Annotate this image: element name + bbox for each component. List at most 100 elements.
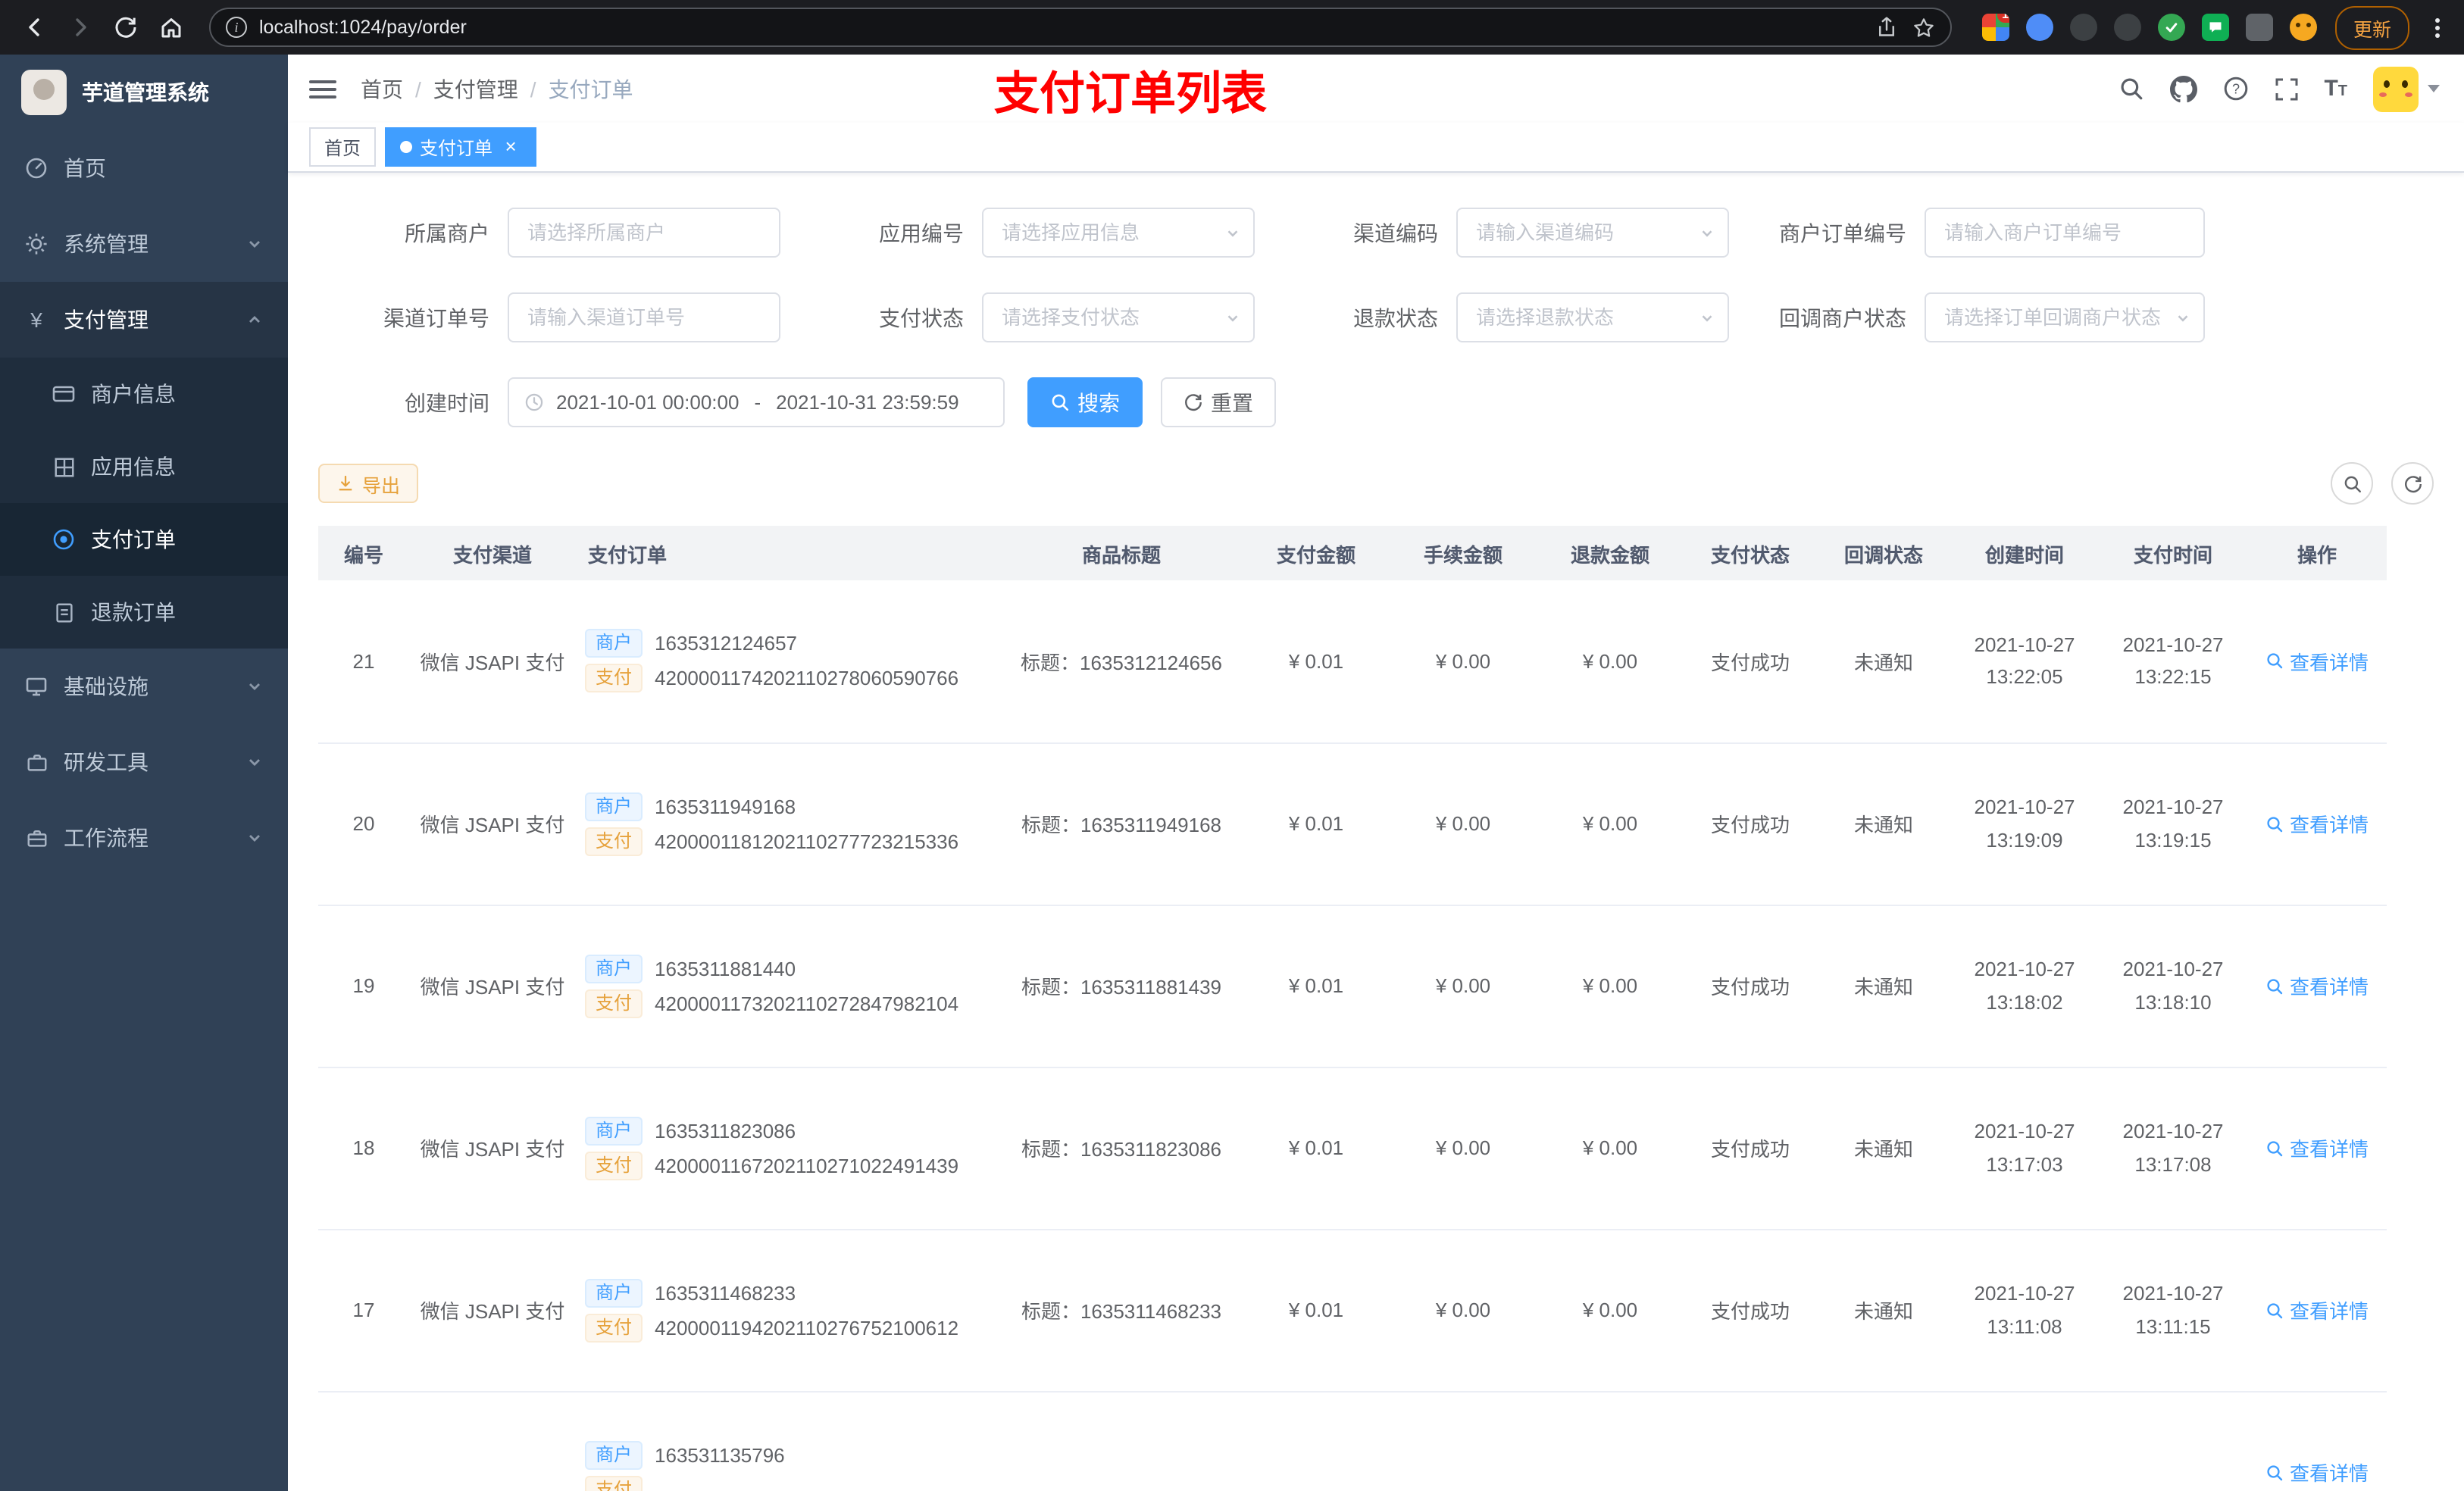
pay-order-no: 4200001181202110277723215336: [655, 830, 959, 852]
yen-icon: ¥: [30, 308, 42, 332]
sidebar-item-refund-order[interactable]: 退款订单: [0, 576, 288, 649]
refresh-table-button[interactable]: [2391, 462, 2434, 505]
view-detail-link[interactable]: 查看详情: [2265, 647, 2369, 676]
fullscreen-icon[interactable]: [2274, 77, 2298, 101]
extension-chat-icon[interactable]: [2201, 14, 2229, 41]
reset-button[interactable]: 重置: [1161, 377, 1276, 427]
sidebar-item-label: 基础设施: [64, 674, 149, 699]
browser-menu-icon[interactable]: [2425, 17, 2449, 37]
cell-id: 18: [318, 1067, 409, 1230]
sidebar-item-app-info[interactable]: 应用信息: [0, 430, 288, 503]
view-detail-link[interactable]: 查看详情: [2265, 1296, 2369, 1324]
hamburger-icon[interactable]: [309, 80, 336, 98]
pay-submenu: 商户信息 应用信息 支付订单 退款订单: [0, 358, 288, 649]
svg-text:?: ?: [2231, 81, 2239, 96]
toggle-search-button[interactable]: [2331, 462, 2373, 505]
extension-colorful-icon[interactable]: 10: [1981, 14, 2009, 41]
tag-home[interactable]: 首页: [309, 127, 377, 167]
cell-id: 19: [318, 905, 409, 1067]
font-size-icon[interactable]: TT: [2324, 76, 2347, 102]
extension-dark2-icon[interactable]: [2113, 14, 2141, 41]
browser-home-button[interactable]: [152, 8, 191, 47]
cell-fee-amount: ¥ 0.00: [1390, 1229, 1537, 1392]
merchant-order-no: 163531135796: [655, 1443, 785, 1466]
extension-puzzle-icon[interactable]: [2245, 14, 2273, 41]
tags-view: 首页 支付订单 ×: [288, 123, 2464, 173]
pay-badge: 支付: [585, 1475, 643, 1491]
view-detail-link[interactable]: 查看详情: [2265, 1133, 2369, 1162]
channel-code-select[interactable]: [1456, 208, 1729, 258]
sidebar-item-system[interactable]: 系统管理: [0, 206, 288, 282]
breadcrumb: 首页 / 支付管理 / 支付订单: [361, 73, 633, 104]
pay-status-select[interactable]: [982, 292, 1255, 342]
notify-status-select[interactable]: [1925, 292, 2205, 342]
cell-fee-amount: ¥ 0.00: [1390, 742, 1537, 905]
browser-reload-button[interactable]: [106, 8, 145, 47]
cell-pay-status: 支付成功: [1684, 1067, 1817, 1230]
site-info-icon[interactable]: i: [226, 17, 247, 38]
pay-order-no: 4200001167202110271022491439: [655, 1154, 959, 1177]
merchant-order-no-input[interactable]: [1925, 208, 2205, 258]
merchant-badge: 商户: [585, 792, 643, 821]
table-row: 商户 163531135796 支付 查看详情: [318, 1391, 2387, 1491]
cell-title: 标题：1635311823086: [1000, 1067, 1243, 1230]
chevron-down-icon: [245, 677, 264, 695]
pay-badge: 支付: [585, 827, 643, 855]
search-icon[interactable]: [2118, 76, 2143, 102]
sidebar-item-infra[interactable]: 基础设施: [0, 649, 288, 724]
create-time-range-input[interactable]: 2021-10-01 00:00:00 - 2021-10-31 23:59:5…: [508, 377, 1005, 427]
view-detail-link[interactable]: 查看详情: [2265, 809, 2369, 838]
cell-pay-time: 2021-10-27 13:22:15: [2099, 580, 2247, 743]
briefcase-icon: [24, 826, 48, 850]
github-icon[interactable]: [2169, 75, 2197, 102]
sidebar-item-pay[interactable]: ¥ 支付管理: [0, 282, 288, 358]
merchant-badge: 商户: [585, 1440, 643, 1469]
refund-status-select[interactable]: [1456, 292, 1729, 342]
share-icon[interactable]: [1876, 17, 1897, 38]
cell-id: 20: [318, 742, 409, 905]
view-detail-link[interactable]: 查看详情: [2265, 1458, 2369, 1486]
view-detail-link[interactable]: 查看详情: [2265, 971, 2369, 1000]
bookmark-star-icon[interactable]: [1912, 16, 1935, 39]
cell-fee-amount: ¥ 0.00: [1390, 1067, 1537, 1230]
browser-forward-button[interactable]: [61, 8, 100, 47]
address-bar[interactable]: i localhost:1024/pay/order: [209, 8, 1952, 47]
sidebar-item-devtools[interactable]: 研发工具: [0, 724, 288, 800]
tag-close-icon[interactable]: ×: [500, 136, 521, 158]
gear-icon: [24, 232, 48, 256]
app-no-select[interactable]: [982, 208, 1255, 258]
browser-update-button[interactable]: 更新: [2334, 5, 2409, 49]
col-refund-amount: 退款金额: [1537, 526, 1684, 580]
col-pay-time: 支付时间: [2099, 526, 2247, 580]
filter-label-app-no: 应用编号: [879, 220, 964, 245]
cell-channel: [409, 1391, 576, 1491]
export-button[interactable]: 导出: [318, 464, 419, 503]
cell-refund-amount: ¥ 0.00: [1537, 742, 1684, 905]
sidebar-item-merchant-info[interactable]: 商户信息: [0, 358, 288, 430]
search-button[interactable]: 搜索: [1027, 377, 1143, 427]
table-row: 20 微信 JSAPI 支付 商户 1635311949168 支付 42000…: [318, 742, 2387, 905]
sidebar-item-workflow[interactable]: 工作流程: [0, 800, 288, 876]
extension-dark-icon[interactable]: [2069, 14, 2097, 41]
tag-pay-order[interactable]: 支付订单 ×: [385, 127, 537, 167]
cell-title: 标题：1635311881439: [1000, 905, 1243, 1067]
browser-back-button[interactable]: [15, 8, 55, 47]
filter-label-refund-status: 退款状态: [1353, 305, 1438, 330]
channel-order-no-input[interactable]: [508, 292, 780, 342]
merchant-order-no: 1635311949168: [655, 795, 796, 817]
sidebar-item-home[interactable]: 首页: [0, 130, 288, 206]
breadcrumb-home[interactable]: 首页: [361, 73, 403, 104]
merchant-input[interactable]: [508, 208, 780, 258]
help-icon[interactable]: ?: [2222, 76, 2248, 102]
extension-blue-icon[interactable]: [2025, 14, 2053, 41]
browser-chrome: i localhost:1024/pay/order 10: [0, 0, 2464, 55]
breadcrumb-section[interactable]: 支付管理: [433, 73, 518, 104]
sidebar-item-pay-order[interactable]: 支付订单: [0, 503, 288, 576]
app-logo[interactable]: 芋道管理系统: [0, 55, 288, 130]
cell-pay-status: 支付成功: [1684, 905, 1817, 1067]
cell-create-time: 2021-10-27 13:19:09: [1950, 742, 2099, 905]
sidebar-item-label: 工作流程: [64, 826, 149, 850]
extension-check-icon[interactable]: [2157, 14, 2185, 41]
user-menu[interactable]: [2373, 66, 2440, 111]
browser-profile-avatar[interactable]: [2289, 14, 2317, 41]
